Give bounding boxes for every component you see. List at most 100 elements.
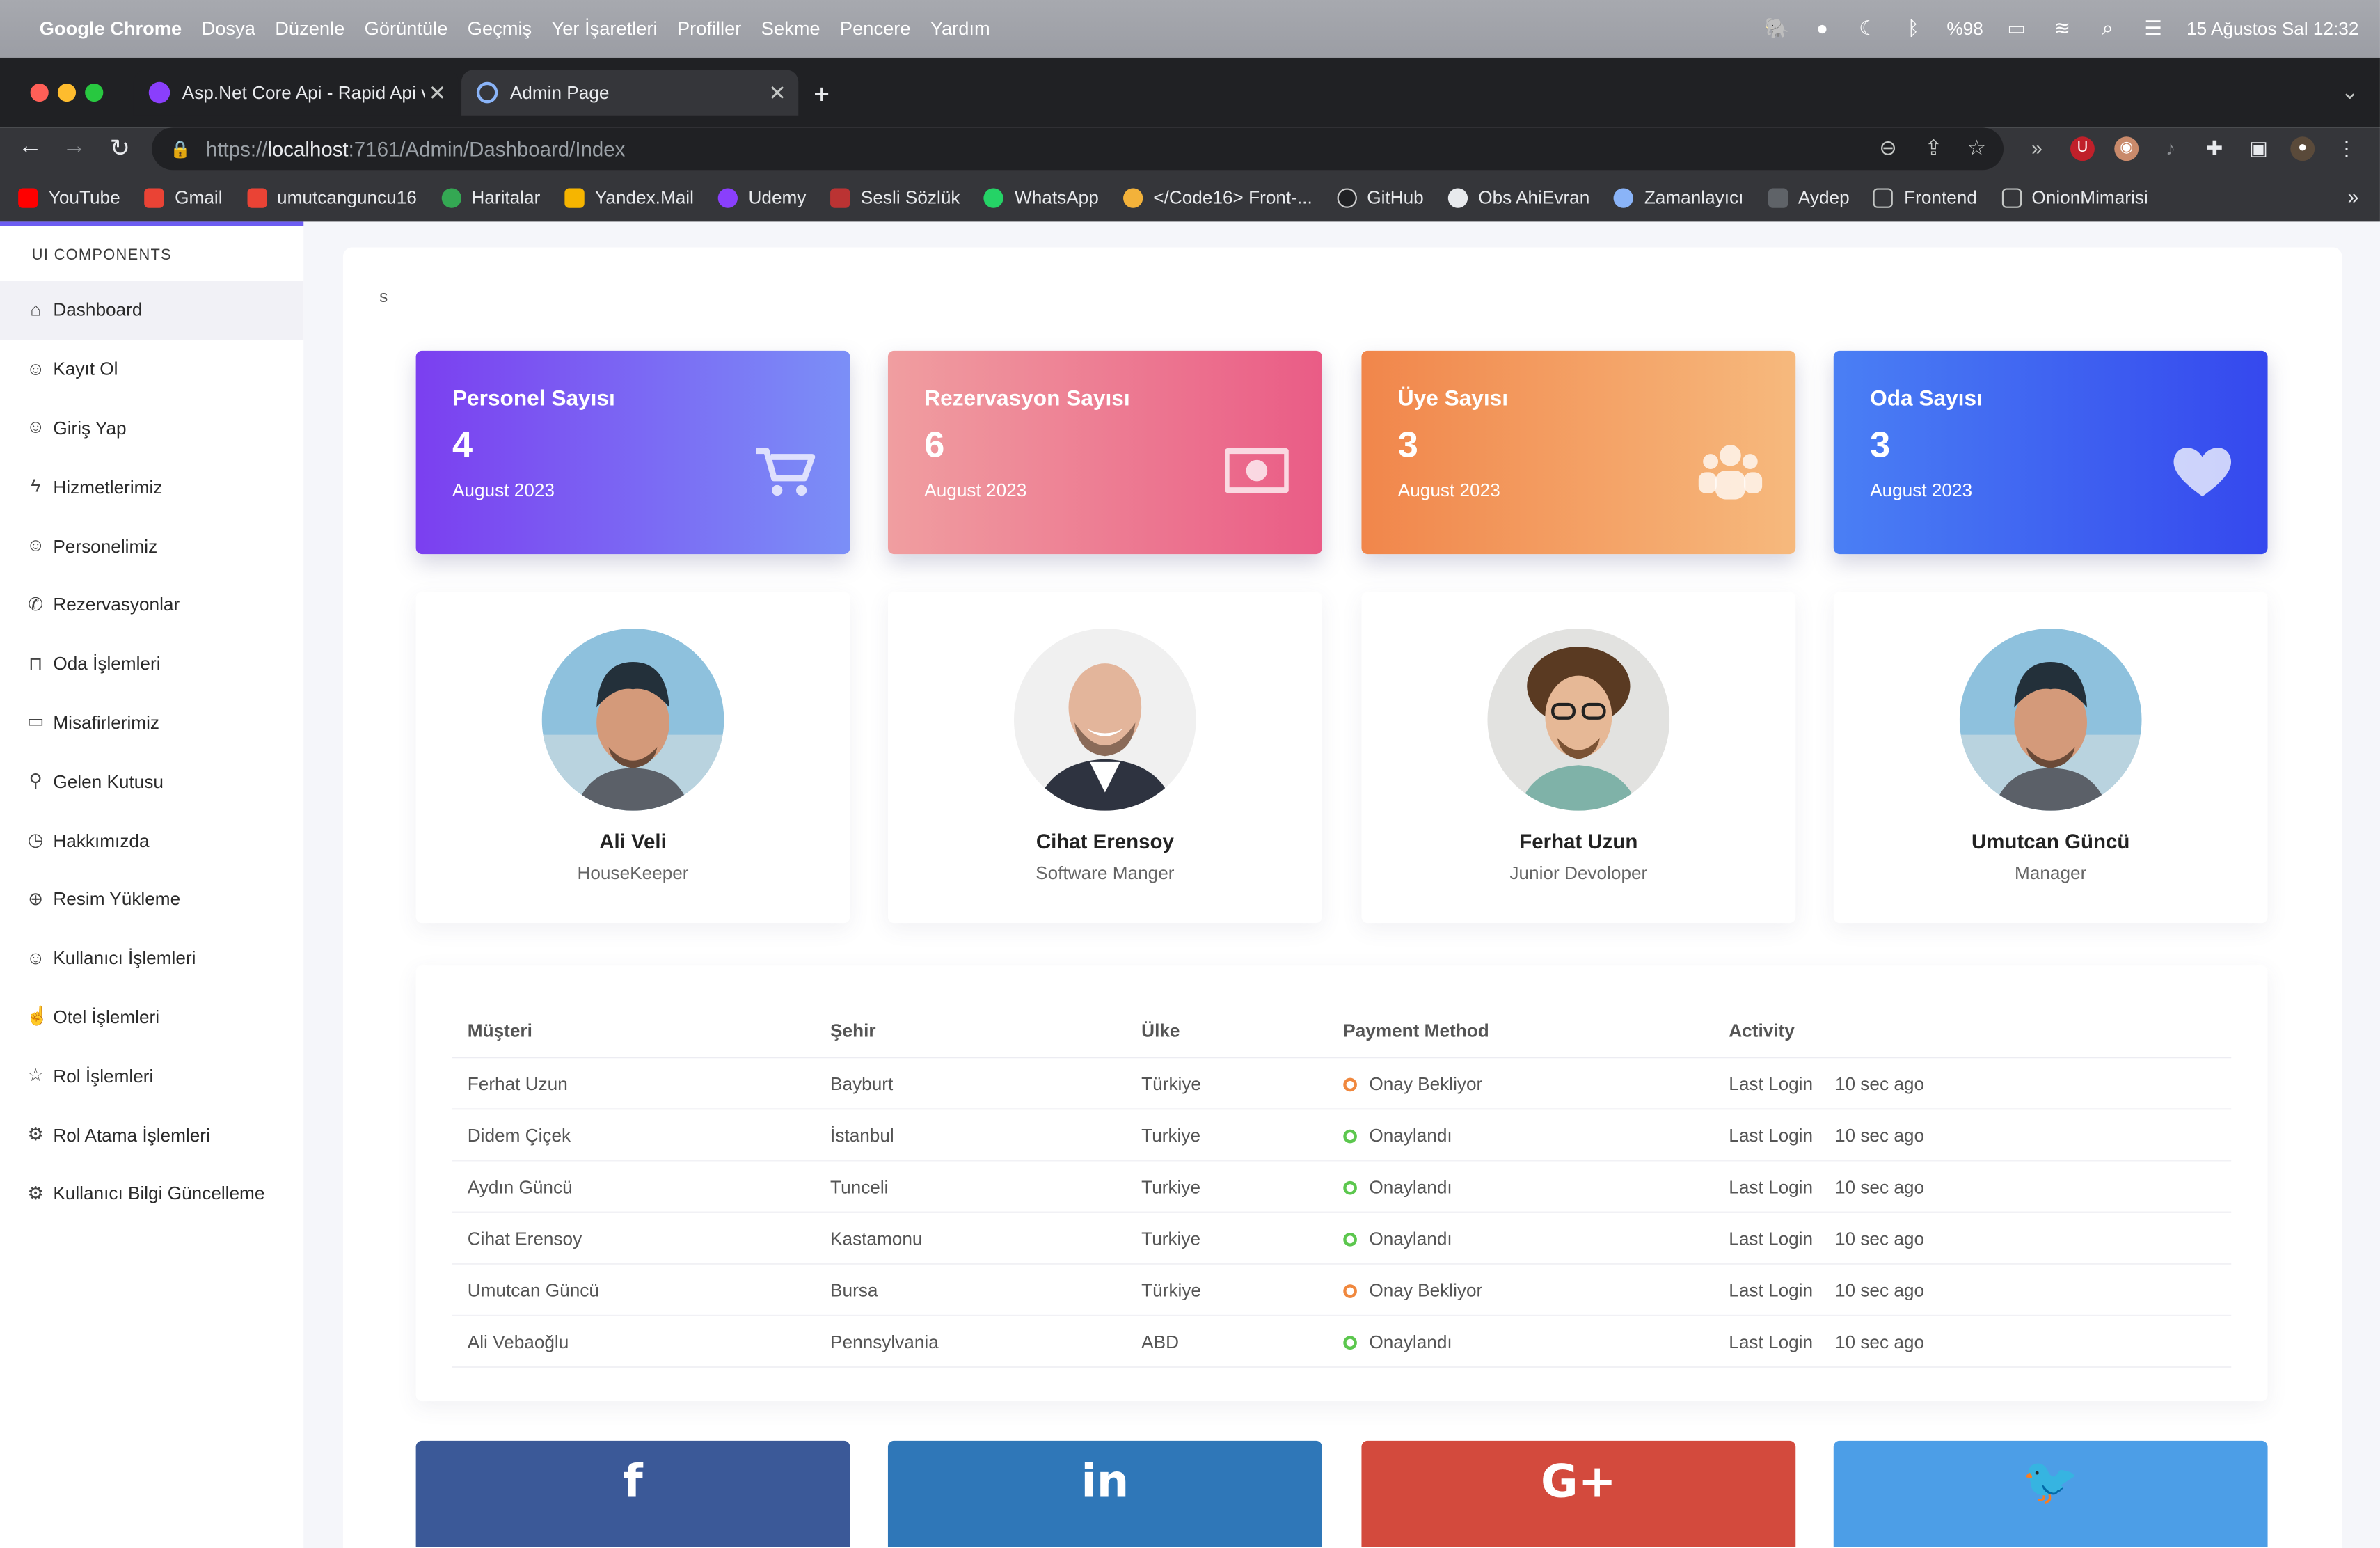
- sidebar-item-misafirlerimiz[interactable]: ▭ Misafirlerimiz: [0, 693, 303, 752]
- bookmark-github[interactable]: GitHub: [1336, 187, 1424, 208]
- sidebar-item-rezervasyonlar[interactable]: ✆ Rezervasyonlar: [0, 576, 303, 635]
- staff-card[interactable]: Ali Veli HouseKeeper: [415, 592, 850, 924]
- bookmark-code16[interactable]: </Code16> Front-...: [1122, 187, 1312, 208]
- column-header[interactable]: Müşteri: [468, 1020, 532, 1042]
- sidebar-item-rol-atama[interactable]: ⚙ Rol Atama İşlemleri: [0, 1105, 303, 1164]
- bluetooth-icon[interactable]: ᛒ: [1901, 17, 1926, 41]
- tab-rapid-api[interactable]: Asp.Net Core Api - Rapid Api v ✕: [133, 70, 459, 116]
- volume-icon[interactable]: ♪: [2159, 136, 2183, 161]
- column-header[interactable]: Ülke: [1141, 1020, 1180, 1042]
- bookmark-gmail[interactable]: Gmail: [144, 187, 223, 208]
- sidebar-item-personelimiz[interactable]: ☺ Personelimiz: [0, 516, 303, 576]
- linkedin-card[interactable]: in: [887, 1440, 1322, 1547]
- menu-yardim[interactable]: Yardım: [930, 18, 990, 40]
- table-row[interactable]: Didem Çiçek İstanbul Turkiye Onaylandı Last …: [416, 1109, 2268, 1162]
- moon-icon[interactable]: ☾: [1855, 17, 1880, 41]
- sidebar-item-giris-yap[interactable]: ☺ Giriş Yap: [0, 399, 303, 458]
- sidebar-item-bilgi-guncelleme[interactable]: ⚙ Kullanıcı Bilgi Güncelleme: [0, 1164, 303, 1224]
- ublock-icon[interactable]: U: [2070, 136, 2095, 161]
- sidebar-item-otel-islemleri[interactable]: ☝ Otel İşlemleri: [0, 988, 303, 1047]
- menu-yer-isaretleri[interactable]: Yer İşaretleri: [552, 18, 658, 40]
- close-tab-icon[interactable]: ✕: [429, 81, 447, 106]
- back-arrow-icon[interactable]: ←: [15, 134, 46, 161]
- kebab-menu-icon[interactable]: ⋮: [2335, 136, 2359, 161]
- facebook-card[interactable]: f: [415, 1440, 850, 1547]
- staff-card[interactable]: Ferhat Uzun Junior Devoloper: [1361, 592, 1796, 924]
- menu-gecmis[interactable]: Geçmiş: [468, 18, 532, 40]
- side-panel-icon[interactable]: ▣: [2246, 136, 2271, 161]
- sidebar-item-kullanici-islemleri[interactable]: ☺ Kullanıcı İşlemleri: [0, 929, 303, 988]
- column-header[interactable]: Şehir: [830, 1020, 875, 1042]
- reload-icon[interactable]: ↻: [104, 134, 135, 164]
- zoom-icon[interactable]: ⊖: [1879, 135, 1897, 161]
- spotlight-search-icon[interactable]: ⌕: [2095, 17, 2120, 41]
- wifi-icon[interactable]: ≋: [2050, 17, 2074, 41]
- stat-card-uye[interactable]: Üye Sayısı 3 August 2023: [1361, 350, 1796, 555]
- sidebar-item-oda-islemleri[interactable]: ⊓ Oda İşlemleri: [0, 634, 303, 693]
- sidebar-item-dashboard[interactable]: ⌂ Dashboard: [0, 281, 304, 340]
- table-row[interactable]: Cihat Erensoy Kastamonu Turkiye Onaylandı La…: [416, 1213, 2268, 1265]
- bookmark-folder-frontend[interactable]: Frontend: [1873, 187, 1977, 208]
- bookmark-aydep[interactable]: Aydep: [1768, 187, 1850, 208]
- table-row[interactable]: Ali Vebaoğlu Pennsylvania ABD Onaylandı Last…: [416, 1316, 2268, 1368]
- new-tab-plus-icon[interactable]: +: [814, 79, 830, 111]
- sidebar-item-hakkimizda[interactable]: ◷ Hakkımızda: [0, 811, 303, 870]
- tab-admin-page[interactable]: Admin Page ✕: [461, 70, 799, 116]
- control-center-icon[interactable]: ☰: [2141, 17, 2166, 41]
- column-header[interactable]: Payment Method: [1343, 1020, 1489, 1042]
- column-header[interactable]: Activity: [1729, 1020, 1795, 1042]
- menu-profiller[interactable]: Profiller: [677, 18, 741, 40]
- grammarly-icon[interactable]: ●: [1810, 17, 1834, 41]
- share-icon[interactable]: ⇪: [1925, 135, 1943, 161]
- forward-arrow-icon[interactable]: →: [59, 134, 90, 161]
- staff-photo: [1487, 628, 1670, 811]
- staff-card[interactable]: Umutcan Güncü Manager: [1833, 592, 2268, 924]
- extension-arrows-icon[interactable]: »: [2025, 136, 2049, 161]
- bookmark-yandex-mail[interactable]: Yandex.Mail: [564, 187, 694, 208]
- battery-icon[interactable]: ▭: [2004, 17, 2029, 41]
- table-row[interactable]: Aydın Güncü Tunceli Turkiye Onaylandı Last L…: [416, 1162, 2268, 1213]
- sidebar-item-hizmetlerimiz[interactable]: ϟ Hizmetlerimiz: [0, 457, 303, 516]
- profile-avatar-icon[interactable]: ●: [2290, 136, 2315, 161]
- stat-card-rezervasyon[interactable]: Rezervasyon Sayısı 6 August 2023: [887, 350, 1322, 555]
- minimize-window-button[interactable]: [57, 83, 77, 102]
- table-row[interactable]: Umutcan Güncü Bursa Türkiye Onay Bekliyor La…: [416, 1265, 2268, 1317]
- stat-card-oda[interactable]: Oda Sayısı 3 August 2023: [1833, 350, 2268, 555]
- bookmark-youtube[interactable]: YouTube: [18, 187, 120, 208]
- bookmark-sesli-sozluk[interactable]: Sesli Sözlük: [830, 187, 960, 208]
- close-window-button[interactable]: [30, 83, 49, 102]
- table-row[interactable]: Ferhat Uzun Bayburt Türkiye Onay Bekliyor La…: [416, 1058, 2268, 1110]
- stat-card-personel[interactable]: Personel Sayısı 4 August 2023: [415, 350, 850, 555]
- close-tab-icon[interactable]: ✕: [768, 81, 786, 106]
- menu-app-name[interactable]: Google Chrome: [40, 18, 182, 40]
- more-bookmarks-chevron-icon[interactable]: »: [2348, 185, 2359, 208]
- lock-icon[interactable]: 🔒: [170, 139, 191, 159]
- menu-sekme[interactable]: Sekme: [761, 18, 820, 40]
- elephant-icon[interactable]: 🐘: [1765, 17, 1789, 41]
- bookmark-obs[interactable]: Obs AhiEvran: [1447, 187, 1589, 208]
- menu-dosya[interactable]: Dosya: [202, 18, 255, 40]
- bookmark-udemy[interactable]: Udemy: [717, 187, 806, 208]
- zoom-window-button[interactable]: [85, 83, 104, 102]
- extensions-puzzle-icon[interactable]: ✚: [2203, 136, 2227, 161]
- sidebar-item-resim-yukleme[interactable]: ⊕ Resim Yükleme: [0, 870, 303, 929]
- menu-pencere[interactable]: Pencere: [840, 18, 911, 40]
- extension-face-icon[interactable]: ◉: [2114, 136, 2139, 161]
- bookmark-whatsapp[interactable]: WhatsApp: [984, 187, 1099, 208]
- bookmark-gmail-user[interactable]: umutcanguncu16: [246, 187, 417, 208]
- address-bar[interactable]: 🔒 https://localhost:7161/Admin/Dashboard…: [152, 127, 2004, 171]
- bookmark-folder-onion[interactable]: OnionMimarisi: [2001, 187, 2148, 208]
- menubar-clock[interactable]: 15 Ağustos Sal 12:32: [2187, 18, 2358, 40]
- tab-search-chevron-icon[interactable]: ⌄: [2341, 79, 2359, 104]
- sidebar-item-kayit-ol[interactable]: ☺ Kayıt Ol: [0, 340, 303, 399]
- staff-card[interactable]: Cihat Erensoy Software Manger: [887, 592, 1322, 924]
- sidebar-item-rol-islemleri[interactable]: ☆ Rol İşlemleri: [0, 1047, 303, 1106]
- bookmark-zamanlayici[interactable]: Zamanlayıcı: [1614, 187, 1743, 208]
- menu-duzenle[interactable]: Düzenle: [275, 18, 344, 40]
- sidebar-item-gelen-kutusu[interactable]: ⚲ Gelen Kutusu: [0, 752, 303, 811]
- twitter-card[interactable]: 🐦: [1833, 1440, 2268, 1547]
- menu-goruntule[interactable]: Görüntüle: [365, 18, 448, 40]
- google-plus-card[interactable]: G+: [1361, 1440, 1796, 1547]
- bookmark-haritalar[interactable]: Haritalar: [441, 187, 540, 208]
- bookmark-star-icon[interactable]: ☆: [1967, 135, 1986, 161]
